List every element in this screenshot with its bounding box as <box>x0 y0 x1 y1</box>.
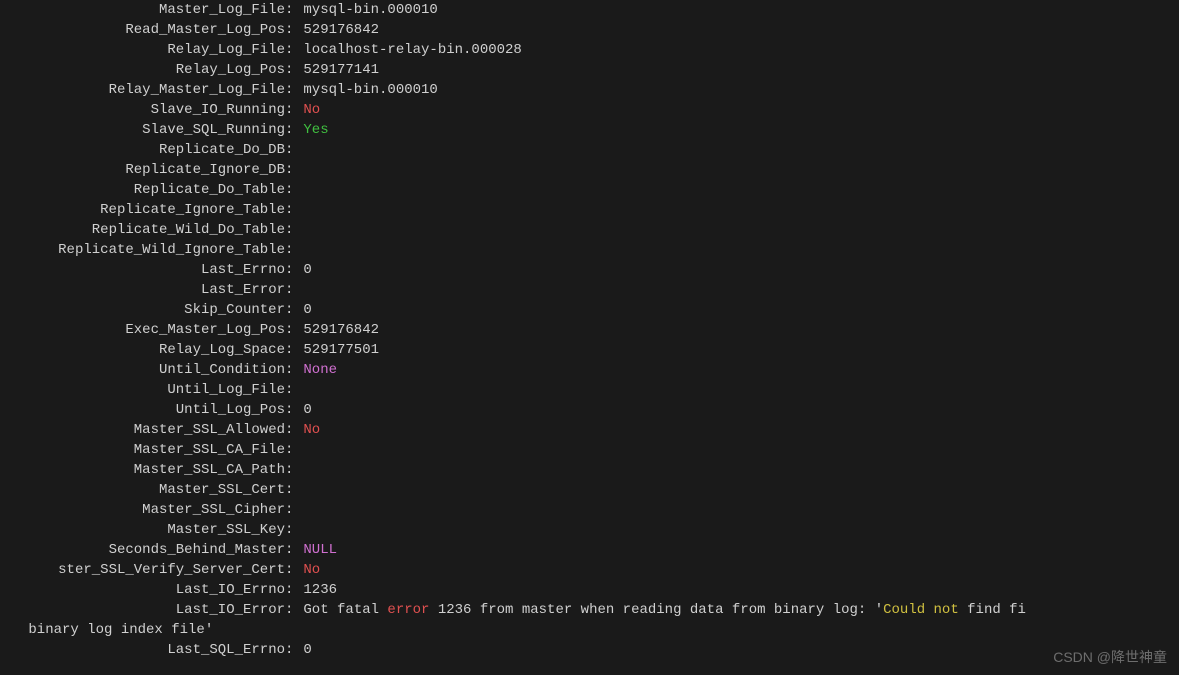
field-label: Slave_SQL_Running <box>0 120 285 140</box>
field-value <box>295 440 1179 460</box>
status-row: Relay_Log_File: localhost-relay-bin.0000… <box>0 40 1179 60</box>
status-row: Until_Log_Pos: 0 <box>0 400 1179 420</box>
status-row: Slave_IO_Running: No <box>0 100 1179 120</box>
field-value: NULL <box>295 540 1179 560</box>
field-label: Master_Log_File <box>0 0 285 20</box>
field-value: 0 <box>295 640 1179 660</box>
field-label: Until_Log_Pos <box>0 400 285 420</box>
field-value: No <box>295 100 1179 120</box>
status-row: Last_SQL_Errno: 0 <box>0 640 1179 660</box>
field-value: 529177141 <box>295 60 1179 80</box>
status-row: Replicate_Ignore_Table: <box>0 200 1179 220</box>
field-label: ster_SSL_Verify_Server_Cert <box>0 560 285 580</box>
field-label: Replicate_Wild_Do_Table <box>0 220 285 240</box>
status-row: Replicate_Do_Table: <box>0 180 1179 200</box>
field-label: Master_SSL_Key <box>0 520 285 540</box>
status-row: Master_SSL_Cipher: <box>0 500 1179 520</box>
field-label: Replicate_Wild_Ignore_Table <box>0 240 285 260</box>
status-row: Seconds_Behind_Master: NULL <box>0 540 1179 560</box>
field-value: None <box>295 360 1179 380</box>
status-row: Replicate_Wild_Do_Table: <box>0 220 1179 240</box>
status-row: Skip_Counter: 0 <box>0 300 1179 320</box>
field-label: Last_IO_Errno <box>0 580 285 600</box>
field-label: Until_Condition <box>0 360 285 380</box>
status-row: Master_SSL_CA_File: <box>0 440 1179 460</box>
field-value <box>295 160 1179 180</box>
status-row: Relay_Master_Log_File: mysql-bin.000010 <box>0 80 1179 100</box>
field-label: Relay_Log_File <box>0 40 285 60</box>
field-value: 0 <box>295 400 1179 420</box>
watermark-text: CSDN @降世神童 <box>1053 647 1167 667</box>
field-value <box>295 200 1179 220</box>
field-value: 529176842 <box>295 320 1179 340</box>
field-value <box>295 520 1179 540</box>
field-label: Master_SSL_CA_Path <box>0 460 285 480</box>
status-row: Replicate_Wild_Ignore_Table: <box>0 240 1179 260</box>
field-value: mysql-bin.000010 <box>295 80 1179 100</box>
field-label: Master_SSL_Cipher <box>0 500 285 520</box>
field-label: Master_SSL_Cert <box>0 480 285 500</box>
status-row: Relay_Log_Space: 529177501 <box>0 340 1179 360</box>
field-label: Last_Errno <box>0 260 285 280</box>
field-label: Relay_Master_Log_File <box>0 80 285 100</box>
field-label: Relay_Log_Pos <box>0 60 285 80</box>
field-label: Last_SQL_Errno <box>0 640 285 660</box>
field-value: No <box>295 560 1179 580</box>
field-label: Last_Error <box>0 280 285 300</box>
field-value: 0 <box>295 260 1179 280</box>
status-row: Master_SSL_Key: <box>0 520 1179 540</box>
last-io-error-value: Got fatal error 1236 from master when re… <box>295 600 1179 620</box>
field-value <box>295 140 1179 160</box>
field-value: 529176842 <box>295 20 1179 40</box>
status-row: Slave_SQL_Running: Yes <box>0 120 1179 140</box>
field-label: Skip_Counter <box>0 300 285 320</box>
status-row: Last_Error: <box>0 280 1179 300</box>
terminal-output: Master_Log_File: mysql-bin.000010 Read_M… <box>0 0 1179 660</box>
status-row: Master_SSL_Cert: <box>0 480 1179 500</box>
last-io-error-row: Last_IO_Error: Got fatal error 1236 from… <box>0 600 1179 620</box>
last-io-error-wrap: binary log index file' <box>0 620 1179 640</box>
field-label: Exec_Master_Log_Pos <box>0 320 285 340</box>
field-label: Replicate_Do_Table <box>0 180 285 200</box>
field-value: Yes <box>295 120 1179 140</box>
status-row: Master_Log_File: mysql-bin.000010 <box>0 0 1179 20</box>
field-label: Read_Master_Log_Pos <box>0 20 285 40</box>
field-label: Relay_Log_Space <box>0 340 285 360</box>
field-value <box>295 380 1179 400</box>
field-label: Seconds_Behind_Master <box>0 540 285 560</box>
field-label: Replicate_Ignore_DB <box>0 160 285 180</box>
field-value <box>295 460 1179 480</box>
status-row: Relay_Log_Pos: 529177141 <box>0 60 1179 80</box>
status-row: Last_Errno: 0 <box>0 260 1179 280</box>
field-label: Until_Log_File <box>0 380 285 400</box>
field-label: Slave_IO_Running <box>0 100 285 120</box>
field-value <box>295 500 1179 520</box>
status-row: Exec_Master_Log_Pos: 529176842 <box>0 320 1179 340</box>
status-row: Until_Log_File: <box>0 380 1179 400</box>
status-row: Replicate_Do_DB: <box>0 140 1179 160</box>
status-row: Until_Condition: None <box>0 360 1179 380</box>
field-value: localhost-relay-bin.000028 <box>295 40 1179 60</box>
field-label: Master_SSL_Allowed <box>0 420 285 440</box>
field-label: Master_SSL_CA_File <box>0 440 285 460</box>
status-row: Master_SSL_CA_Path: <box>0 460 1179 480</box>
field-value: 0 <box>295 300 1179 320</box>
field-label: Last_IO_Error <box>0 600 285 620</box>
field-value <box>295 220 1179 240</box>
field-value <box>295 180 1179 200</box>
field-label: Replicate_Do_DB <box>0 140 285 160</box>
field-value <box>295 240 1179 260</box>
status-row: ster_SSL_Verify_Server_Cert: No <box>0 560 1179 580</box>
status-row: Last_IO_Errno: 1236 <box>0 580 1179 600</box>
field-value: mysql-bin.000010 <box>295 0 1179 20</box>
status-row: Replicate_Ignore_DB: <box>0 160 1179 180</box>
status-row: Master_SSL_Allowed: No <box>0 420 1179 440</box>
field-value: 1236 <box>295 580 1179 600</box>
field-value: 529177501 <box>295 340 1179 360</box>
field-value <box>295 280 1179 300</box>
status-row: Read_Master_Log_Pos: 529176842 <box>0 20 1179 40</box>
field-value <box>295 480 1179 500</box>
field-value: No <box>295 420 1179 440</box>
field-label: Replicate_Ignore_Table <box>0 200 285 220</box>
